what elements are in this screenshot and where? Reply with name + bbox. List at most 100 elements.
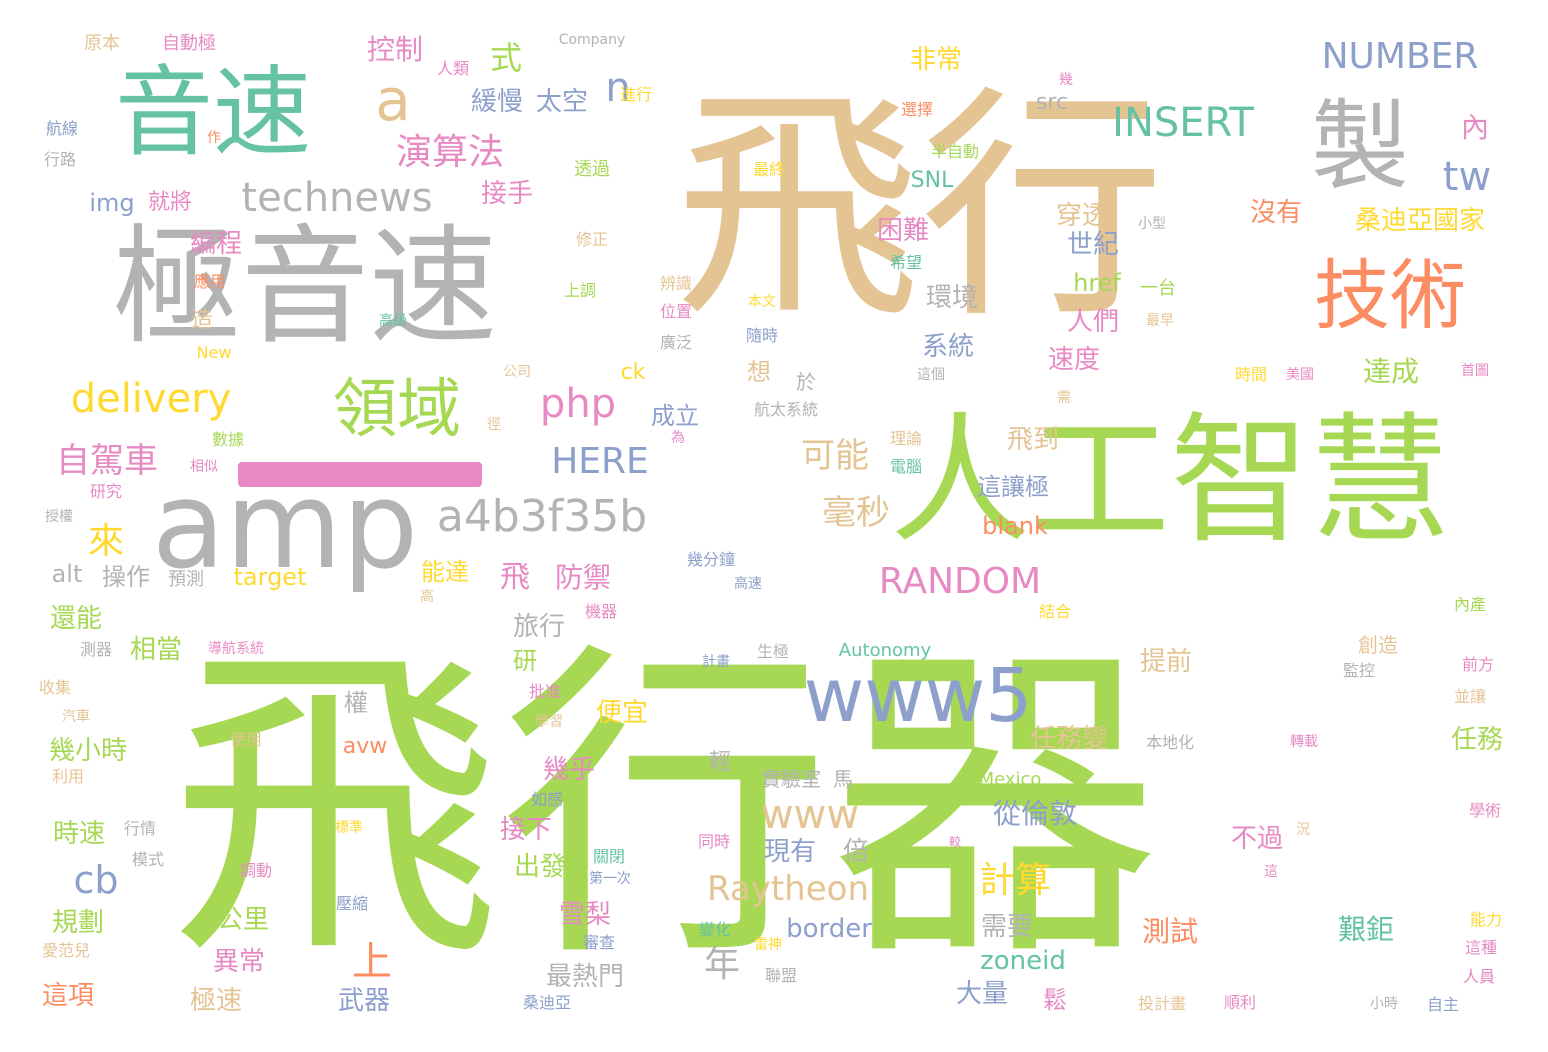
word-zuizao: 最早	[1146, 313, 1174, 329]
word-nian: 年	[703, 944, 741, 985]
word-nengli: 能力	[1469, 910, 1503, 929]
word-jiujiang: 就將	[147, 190, 193, 215]
word-jisu: 極速	[189, 986, 243, 1016]
word-shoutu: 首圖	[1461, 363, 1489, 379]
word-mexico: Mexico	[978, 769, 1042, 790]
word-gongli: 公里	[216, 905, 270, 935]
word-xiwang: 希望	[889, 253, 923, 272]
word-kuang: 況	[1296, 822, 1310, 838]
word-haomiao: 毫秒	[822, 493, 890, 533]
word-hangqing: 行情	[123, 819, 157, 838]
word-zijiache: 自駕車	[56, 441, 158, 481]
word-shouquan: 授權	[45, 509, 73, 525]
word-target: target	[233, 563, 307, 591]
word-shencha: 審查	[582, 933, 616, 952]
word-leishen: 雷神	[754, 937, 782, 953]
word-jishu: 技術	[1314, 251, 1466, 340]
word-cloud: 飛行器 飛行 人工智慧 極音速 音速 amp 技術 製 www5 領域 a4b3…	[0, 0, 1548, 1052]
word-diaodong: 調動	[239, 861, 273, 880]
word-sudu: 速度	[1047, 345, 1101, 375]
word-moshi: 模式	[131, 850, 165, 869]
word-haineng: 還能	[49, 604, 103, 634]
word-autonomy: Autonomy	[838, 640, 932, 661]
word-zherangji: 這讓極	[977, 473, 1049, 501]
word-ceqi: 測器	[79, 640, 113, 659]
word-xiuzheng: 修正	[575, 230, 609, 249]
word-jihua: 計畫	[702, 654, 730, 670]
word-biancheng: 編程	[189, 229, 243, 259]
word-zuiremen: 最熱門	[545, 962, 625, 992]
word-buguo: 不過	[1230, 824, 1284, 854]
word-shouji: 收集	[38, 678, 72, 697]
word-gaoji: 高級	[379, 313, 407, 329]
word-snl: SNL	[910, 168, 954, 193]
word-suishi: 隨時	[745, 326, 779, 345]
word-shijian: 時間	[1234, 365, 1268, 384]
word-renwubian: 任務變	[1029, 724, 1109, 754]
word-xuexi: 學習	[535, 714, 563, 730]
word-ceshi: 測試	[1141, 915, 1199, 948]
word-technews: technews	[241, 175, 433, 221]
word-gao: 高	[420, 589, 434, 605]
word-zhe: 這	[1264, 864, 1278, 880]
word-img: img	[89, 189, 135, 217]
word-href: href	[1073, 269, 1121, 297]
word-fangyu: 防禦	[554, 561, 612, 594]
word-jieshou: 接手	[480, 179, 534, 209]
word-biaozhun: 標準	[335, 820, 363, 836]
word-lingyu: 領域	[333, 373, 461, 447]
word-tiqian: 提前	[1139, 647, 1193, 677]
word-shuju: 數據	[211, 430, 245, 449]
word-chengli: 成立	[651, 402, 699, 430]
word-diannao: 電腦	[889, 457, 923, 476]
word-xuanze: 選擇	[900, 100, 934, 119]
word-guihua: 規劃	[51, 908, 105, 938]
word-jisuan: 計算	[978, 860, 1052, 901]
word-zhege: 這個	[917, 367, 945, 383]
word-xueli: 雪梨	[558, 900, 612, 930]
word-xiaoshi: 小時	[1370, 996, 1398, 1012]
word-jiyinsu: 極音速	[112, 213, 498, 362]
word-shengji: 生極	[756, 642, 790, 661]
word-shangtiao: 上調	[563, 281, 597, 300]
word-renmen: 人們	[1066, 307, 1120, 337]
word-php: php	[539, 381, 617, 427]
word-xiaoxing: 小型	[1138, 216, 1166, 232]
word-lilun: 理論	[889, 429, 923, 448]
word-src: src	[1035, 90, 1069, 115]
word-jiexia: 接下	[499, 815, 553, 845]
word-pizhun: 批准	[528, 682, 562, 701]
word-yanjiu: 研究	[89, 482, 123, 501]
word-weizhi: 位置	[659, 302, 693, 321]
word-meiguo: 美國	[1286, 367, 1314, 383]
word-zuo: 作	[207, 130, 221, 146]
word-tw: tw	[1442, 154, 1492, 200]
word-a: a	[375, 66, 411, 134]
word-zhi: 製	[1310, 90, 1410, 204]
word-lianmeng: 聯盟	[764, 966, 798, 985]
word-quan: 權	[344, 689, 368, 717]
word-jiqi: 機器	[584, 602, 618, 621]
word-zizhu: 自主	[1426, 995, 1460, 1014]
word-xiangdang: 相當	[129, 635, 183, 665]
word-guangfan: 廣泛	[659, 333, 693, 352]
word-lvxing: 旅行	[512, 612, 566, 642]
word-shiji: 世紀	[1066, 230, 1120, 260]
word-daliang: 大量	[955, 979, 1009, 1009]
word-bianhua: 變化	[698, 920, 732, 939]
word-ck: ck	[620, 360, 646, 385]
word-aifaner: 愛范兒	[41, 941, 91, 960]
word-dacheng: 達成	[1362, 355, 1420, 388]
word-bendihua: 本地化	[1145, 733, 1195, 752]
word-feidao: 飛到	[1006, 425, 1060, 455]
word-conglundun: 從倫敦	[992, 797, 1078, 830]
word-border: border	[786, 914, 872, 944]
word-new: New	[196, 343, 232, 362]
word-number: NUMBER	[1321, 36, 1479, 77]
word-insert: INSERT	[1112, 100, 1254, 146]
word-shiyanshi: 實驗室	[761, 767, 821, 791]
word-jianju: 艱鉅	[1337, 913, 1395, 946]
word-yasuo: 壓縮	[335, 894, 369, 913]
word-qiche: 汽車	[62, 709, 90, 725]
word-feichang: 非常	[909, 45, 963, 75]
